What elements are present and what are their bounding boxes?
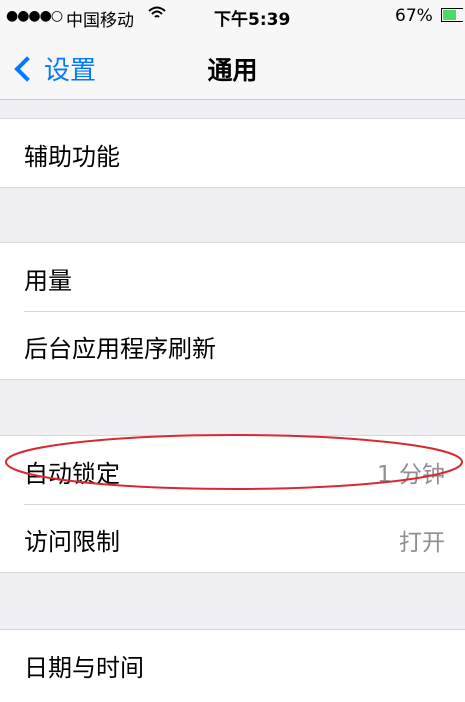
row-accessibility[interactable]: 辅助功能	[0, 119, 465, 187]
row-date-time[interactable]: 日期与时间	[0, 630, 465, 698]
page-title: 通用	[207, 56, 258, 85]
clock-time: 下午5:39	[214, 10, 291, 30]
carrier-name: 中国移动	[66, 11, 134, 31]
row-auto-lock[interactable]: 自动锁定 1 分钟	[0, 436, 465, 504]
row-label: 后台应用程序刷新	[24, 335, 216, 363]
row-label: 日期与时间	[24, 654, 144, 682]
row-restrictions[interactable]: 访问限制 打开	[0, 504, 465, 572]
row-usage[interactable]: 用量	[0, 243, 465, 311]
navigation-bar: 设置 通用	[0, 34, 465, 100]
row-label: 自动锁定	[24, 460, 120, 488]
battery-icon	[441, 8, 463, 22]
row-label: 访问限制	[24, 528, 120, 556]
settings-group-2: 用量 后台应用程序刷新	[0, 242, 465, 380]
row-background-app-refresh[interactable]: 后台应用程序刷新	[0, 311, 465, 379]
row-label: 辅助功能	[24, 143, 120, 171]
settings-group-3: 自动锁定 1 分钟 访问限制 打开	[0, 435, 465, 573]
row-value: 打开	[399, 530, 445, 556]
row-value: 1 分钟	[377, 462, 445, 488]
row-label: 用量	[24, 267, 72, 295]
battery-percentage: 67%	[395, 6, 433, 26]
settings-group-4: 日期与时间	[0, 629, 465, 702]
settings-group-1: 辅助功能	[0, 118, 465, 188]
status-bar: ●●●●○ 中国移动 下午5:39 67%	[0, 0, 465, 34]
wifi-icon	[148, 5, 166, 25]
signal-strength-icon: ●●●●○	[6, 8, 63, 24]
